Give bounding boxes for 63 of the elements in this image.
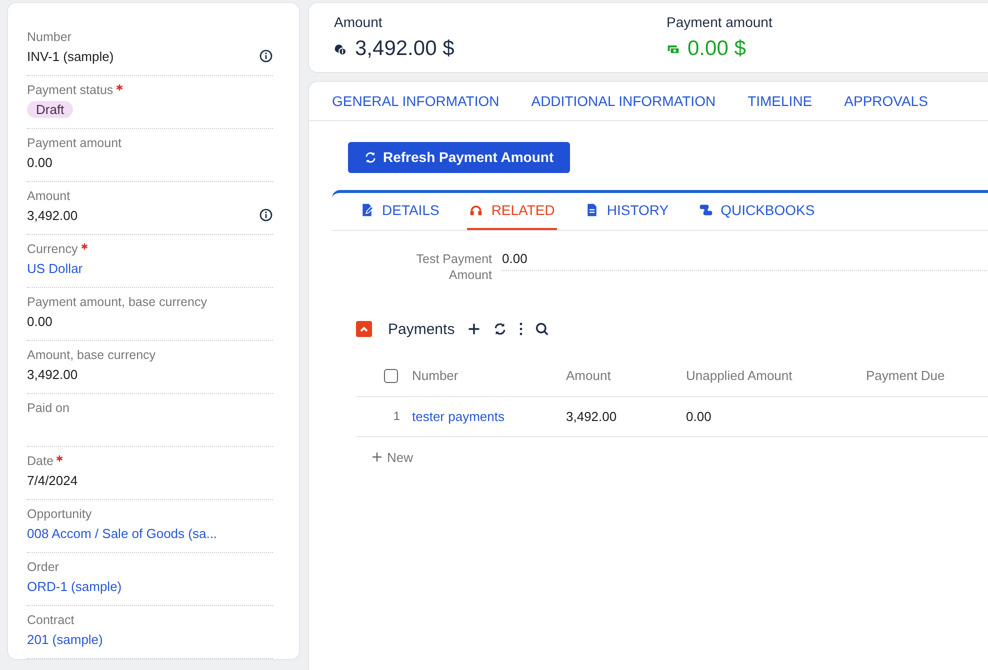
- new-button[interactable]: New: [365, 448, 420, 466]
- field-link[interactable]: US Dollar: [27, 260, 83, 276]
- field-label: Order: [27, 559, 59, 575]
- field-link[interactable]: 008 Accom / Sale of Goods (sa...: [27, 526, 218, 540]
- sub-tab[interactable]: DETAILS: [358, 192, 442, 230]
- field-link[interactable]: 201 (sample): [27, 632, 103, 646]
- summary-value: 3,492.00 $: [355, 37, 454, 61]
- field-label: Contract: [27, 612, 74, 628]
- collapse-button[interactable]: [356, 321, 372, 338]
- sub-tab[interactable]: HISTORY: [582, 192, 671, 230]
- summary-label: Amount: [334, 13, 384, 31]
- field-label: Date: [27, 453, 54, 469]
- section-title: Payments: [388, 320, 455, 338]
- plus-icon: [371, 451, 383, 464]
- document-icon: [584, 203, 599, 218]
- tab[interactable]: APPROVALS: [844, 82, 928, 120]
- field-link[interactable]: ORD-1 (sample): [27, 578, 122, 594]
- more-icon: [518, 322, 523, 336]
- refresh-icon: [492, 322, 507, 336]
- search-icon: [534, 322, 549, 336]
- chevron-up-icon: [359, 324, 369, 334]
- field-label: Paid on: [27, 400, 70, 416]
- headset-icon: [469, 203, 484, 218]
- field-label: Amount: [27, 188, 70, 204]
- refresh-icon: [364, 150, 377, 164]
- table-cell-text: 3,492.00: [566, 408, 618, 424]
- field-value: INV-1 (sample): [27, 48, 114, 64]
- detail-value: 0.00: [502, 250, 988, 271]
- table-cell-text: 0.00: [686, 408, 712, 424]
- field-label: Amount, base currency: [27, 347, 156, 363]
- refresh-payment-button[interactable]: Refresh Payment Amount: [348, 142, 570, 173]
- field-label: Currency: [27, 241, 78, 257]
- column-header: Unapplied Amount: [686, 368, 794, 384]
- column-header: Amount: [566, 368, 612, 384]
- checkbox[interactable]: [384, 368, 398, 383]
- sync-icon: [698, 203, 713, 218]
- tab[interactable]: TIMELINE: [748, 82, 812, 120]
- payment-link[interactable]: tester payments: [412, 408, 504, 424]
- field-label: Payment amount: [27, 135, 122, 151]
- field-value: 3,492.00: [27, 208, 78, 222]
- field-value: 3,492.00: [27, 366, 78, 382]
- field-value: 7/4/2024: [27, 472, 78, 488]
- summary-value: 0.00 $: [688, 37, 746, 61]
- sub-tab[interactable]: QUICKBOOKS: [696, 192, 817, 230]
- field-label: Number: [27, 29, 72, 45]
- column-header: Number: [412, 368, 460, 384]
- tab[interactable]: ADDITIONAL INFORMATION: [531, 82, 716, 120]
- field-value: 0.00: [27, 154, 52, 170]
- plus-icon: [466, 322, 481, 336]
- detail-label: Test Payment Amount: [415, 250, 492, 283]
- summary-label: Payment amount: [666, 13, 774, 31]
- tab[interactable]: GENERAL INFORMATION: [332, 82, 500, 120]
- coins-icon: [334, 42, 347, 56]
- field-label: Opportunity: [27, 506, 92, 522]
- field-label: Payment amount, base currency: [27, 294, 207, 310]
- sub-tab[interactable]: RELATED: [467, 192, 557, 230]
- status-badge: Draft: [27, 100, 74, 118]
- field-label: Payment status: [27, 82, 114, 98]
- money-icon: [666, 42, 680, 56]
- pencil-document-icon: [360, 203, 374, 218]
- row-number: 1: [392, 409, 401, 424]
- field-value: 0.00: [27, 314, 52, 328]
- column-header: Payment Due: [866, 368, 946, 384]
